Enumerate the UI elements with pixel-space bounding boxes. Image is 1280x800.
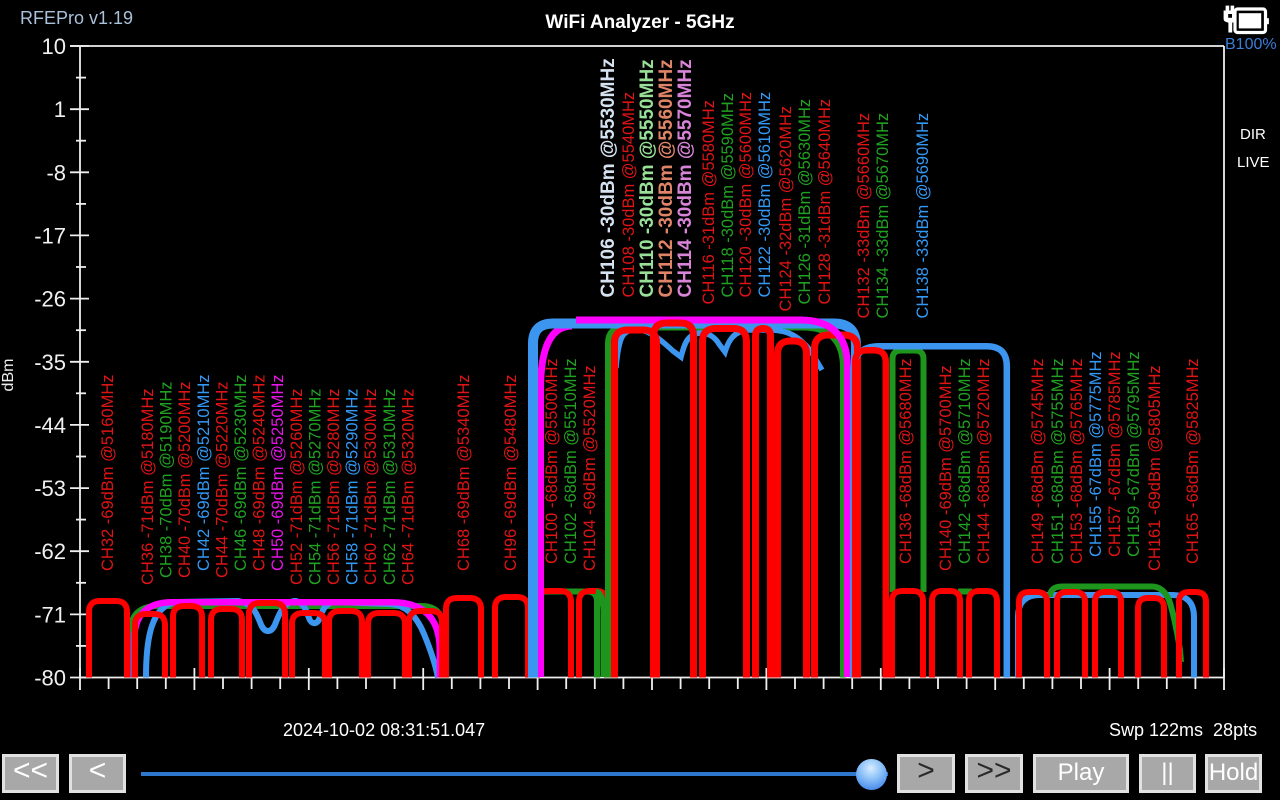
svg-text:CH104 -69dBm @5520MHz: CH104 -69dBm @5520MHz [581, 365, 599, 571]
svg-text:CH144 -68dBm @5720MHz: CH144 -68dBm @5720MHz [975, 358, 993, 564]
svg-text:CH42 -69dBm @5210MHz: CH42 -69dBm @5210MHz [195, 375, 213, 572]
svg-text:CH38 -70dBm @5190MHz: CH38 -70dBm @5190MHz [158, 382, 176, 579]
svg-text:CH151 -68dBm @5755MHz: CH151 -68dBm @5755MHz [1049, 358, 1067, 564]
svg-text:CH114 -30dBm @5570MHz: CH114 -30dBm @5570MHz [675, 59, 696, 297]
svg-text:CH153 -68dBm @5765MHz: CH153 -68dBm @5765MHz [1068, 358, 1086, 564]
svg-text:CH32 -69dBm @5160MHz: CH32 -69dBm @5160MHz [99, 375, 117, 572]
svg-text:CH40 -70dBm @5200MHz: CH40 -70dBm @5200MHz [176, 382, 194, 579]
svg-text:CH60 -71dBm @5300MHz: CH60 -71dBm @5300MHz [362, 389, 380, 586]
svg-text:-26: -26 [34, 287, 66, 312]
svg-text:CH44 -70dBm @5220MHz: CH44 -70dBm @5220MHz [213, 382, 231, 579]
svg-text:CH118 -30dBm @5590MHz: CH118 -30dBm @5590MHz [719, 93, 737, 297]
svg-text:-44: -44 [34, 413, 66, 438]
svg-text:CH149 -68dBm @5745MHz: CH149 -68dBm @5745MHz [1029, 358, 1047, 564]
svg-text:-17: -17 [34, 223, 66, 248]
svg-text:CH165 -68dBm @5825MHz: CH165 -68dBm @5825MHz [1184, 358, 1202, 564]
svg-text:CH36 -71dBm @5180MHz: CH36 -71dBm @5180MHz [139, 389, 157, 586]
svg-text:CH110 -30dBm @5550MHz: CH110 -30dBm @5550MHz [637, 59, 658, 297]
svg-text:CH64 -71dBm @5320MHz: CH64 -71dBm @5320MHz [399, 389, 417, 586]
svg-text:CH46 -69dBm @5230MHz: CH46 -69dBm @5230MHz [232, 375, 250, 572]
svg-text:CH100 -68dBm @5500MHz: CH100 -68dBm @5500MHz [543, 358, 561, 564]
svg-text:CH56 -71dBm @5280MHz: CH56 -71dBm @5280MHz [325, 389, 343, 586]
svg-text:CH161 -69dBm @5805MHz: CH161 -69dBm @5805MHz [1146, 365, 1164, 571]
svg-text:10: 10 [42, 34, 66, 59]
svg-text:CH126 -31dBm @5630MHz: CH126 -31dBm @5630MHz [796, 99, 814, 305]
svg-text:-71: -71 [34, 602, 66, 627]
svg-text:CH108 -30dBm @5540MHz: CH108 -30dBm @5540MHz [620, 92, 638, 298]
svg-text:CH116 -31dBm @5580MHz: CH116 -31dBm @5580MHz [700, 100, 718, 304]
svg-text:-53: -53 [34, 476, 66, 501]
svg-text:CH157 -67dBm @5785MHz: CH157 -67dBm @5785MHz [1106, 351, 1124, 557]
svg-text:CH132 -33dBm @5660MHz: CH132 -33dBm @5660MHz [855, 113, 873, 319]
svg-text:CH122 -30dBm @5610MHz: CH122 -30dBm @5610MHz [756, 92, 774, 298]
svg-text:-35: -35 [34, 350, 66, 375]
svg-text:CH52 -71dBm @5260MHz: CH52 -71dBm @5260MHz [288, 389, 306, 586]
svg-text:CH112 -30dBm @5560MHz: CH112 -30dBm @5560MHz [656, 59, 677, 297]
svg-text:CH96 -69dBm @5480MHz: CH96 -69dBm @5480MHz [502, 375, 520, 572]
svg-text:CH142 -68dBm @5710MHz: CH142 -68dBm @5710MHz [956, 358, 974, 564]
svg-text:CH136 -68dBm @5680MHz: CH136 -68dBm @5680MHz [897, 358, 915, 564]
svg-text:CH159 -67dBm @5795MHz: CH159 -67dBm @5795MHz [1125, 351, 1143, 557]
svg-text:-80: -80 [34, 666, 66, 691]
svg-text:-62: -62 [34, 539, 66, 564]
svg-text:CH102 -68dBm @5510MHz: CH102 -68dBm @5510MHz [562, 358, 580, 564]
svg-text:CH106 -30dBm @5530MHz: CH106 -30dBm @5530MHz [598, 58, 619, 297]
svg-text:CH138 -33dBm @5690MHz: CH138 -33dBm @5690MHz [914, 113, 932, 319]
svg-text:CH124 -32dBm @5620MHz: CH124 -32dBm @5620MHz [777, 106, 795, 312]
svg-text:-8: -8 [46, 160, 66, 185]
svg-text:CH48 -69dBm @5240MHz: CH48 -69dBm @5240MHz [251, 375, 269, 572]
svg-text:CH128 -31dBm @5640MHz: CH128 -31dBm @5640MHz [816, 99, 834, 305]
svg-text:CH54 -71dBm @5270MHz: CH54 -71dBm @5270MHz [306, 389, 324, 586]
svg-text:CH120 -30dBm @5600MHz: CH120 -30dBm @5600MHz [737, 92, 755, 298]
svg-text:CH62 -71dBm @5310MHz: CH62 -71dBm @5310MHz [381, 389, 399, 586]
svg-text:CH58 -71dBm @5290MHz: CH58 -71dBm @5290MHz [344, 389, 362, 586]
svg-text:CH155 -67dBm @5775MHz: CH155 -67dBm @5775MHz [1087, 351, 1105, 557]
svg-text:CH68 -69dBm @5340MHz: CH68 -69dBm @5340MHz [455, 375, 473, 572]
svg-text:CH140 -69dBm @5700MHz: CH140 -69dBm @5700MHz [937, 365, 955, 571]
svg-text:CH50 -69dBm @5250MHz: CH50 -69dBm @5250MHz [269, 375, 287, 572]
svg-text:dBm: dBm [0, 359, 17, 392]
svg-text:CH134 -33dBm @5670MHz: CH134 -33dBm @5670MHz [874, 113, 892, 319]
svg-text:1: 1 [54, 97, 66, 122]
